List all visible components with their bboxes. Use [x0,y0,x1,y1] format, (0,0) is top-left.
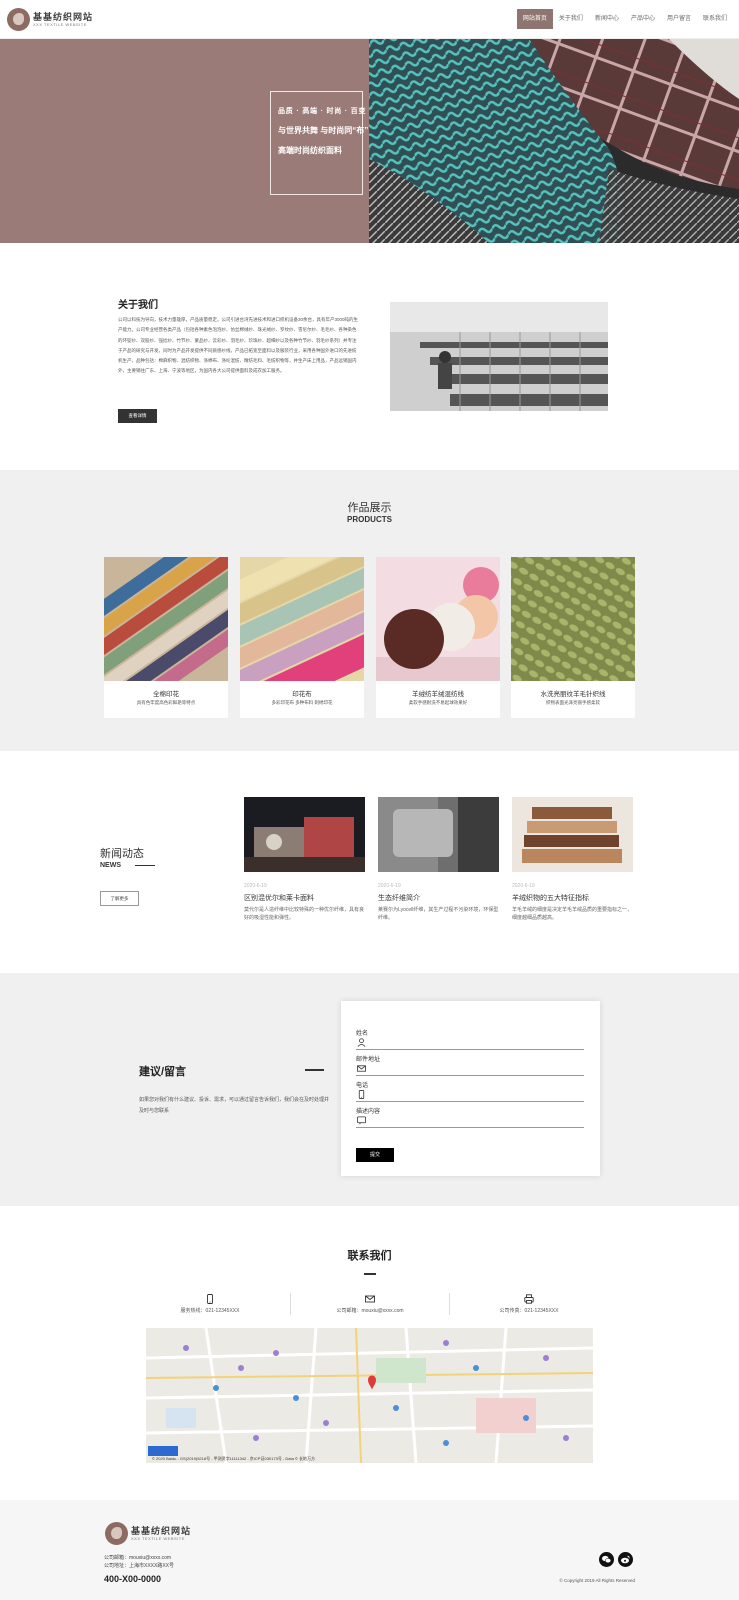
news-summary: 莱赛尔为Lyocell纤维，其生产过程不污染环境，环保型纤维。 [378,907,499,921]
hero-fabric-image [369,39,739,243]
mail-icon [365,1295,375,1303]
news-divider [135,865,155,866]
logo-icon [105,1522,128,1545]
baidu-map[interactable]: © 2020 Baidu - GS(2019)5218号 - 甲测资字11111… [146,1328,593,1463]
product-desc: 具有色牢度高色彩鲜艳等特点 [136,700,196,705]
news-summary: 羊毛羊绒的细度是决定羊毛羊绒品质的重要指标之一，细度越细品质越高。 [512,907,633,921]
message-icon [357,1116,366,1125]
product-card[interactable]: 印花布 多彩印花布 多种布料 刺绣印花 [240,557,364,718]
product-card[interactable]: 羊绒纺羊绒混纺线 柔软手感耐洗不易起球效果好 [376,557,500,718]
name-label: 姓名 [356,1031,369,1037]
footer-phone: 400-X00-0000 [104,1574,162,1584]
fax-icon [524,1294,534,1304]
phone-icon [358,1090,365,1099]
nav-feedback[interactable]: 用户留言 [661,9,697,29]
news-headline[interactable]: 生态纤维简介 [378,893,420,903]
product-name: 水洗亮丽纹羊毛针织线 [540,691,606,698]
products-section: 作品展示 PRODUCTS 全棉印花 具有色牢度高色彩鲜艳等特点 印花布 多彩印… [0,470,739,751]
product-name: 羊绒纺羊绒混纺线 [412,691,464,698]
contact-divider [364,1273,376,1275]
product-desc: 多彩印花布 多种布料 刺绣印花 [271,700,333,705]
hero-banner: 品质 · 高端 · 时尚 · 百变 与世界共舞 与时尚同“布” 高端时尚纺织面料 [0,39,739,243]
product-card[interactable]: 全棉印花 具有色牢度高色彩鲜艳等特点 [104,557,228,718]
footer-logo-subtitle: XXX TEXTILE WEBSITE [131,1536,185,1541]
mail-icon [357,1065,366,1072]
news-date: 2020-6-19 [378,883,401,889]
hero-subheadline: 高端时尚纺织面料 [278,146,342,155]
about-title: 关于我们 [118,300,158,311]
feedback-title: 建议/留言 [139,1066,187,1078]
product-image [376,557,500,681]
feedback-divider [305,1069,324,1071]
news-date: 2020-6-19 [244,883,267,889]
news-card[interactable]: 2020-6-19 生态纤维简介 莱赛尔为Lyocell纤维，其生产过程不污染环… [378,797,499,929]
news-more-button[interactable]: 了解更多 [100,891,139,906]
news-headline[interactable]: 羊绒织物的五大特征指标 [512,893,589,903]
news-subtitle: NEWS [100,862,121,869]
about-text: 公司以科技为导向，技术力量雄厚，产品质量稳定。公司引进台湾先进技术和进口织机设备… [118,317,359,374]
news-image [378,797,499,872]
main-nav: 网站首页 关于我们 新闻中心 产品中心 用户留言 联系我们 [516,9,733,29]
copyright: © Copyright 2019 All Rights Reserved [559,1578,635,1583]
site-footer: 基基纺织网站 XXX TEXTILE WEBSITE 公司邮箱：mouxiu@x… [0,1500,739,1600]
product-image [104,557,228,681]
contact-fax: 公司传真：021-12345XXX [450,1290,608,1316]
hero-headline: 与世界共舞 与时尚同“布” [278,126,369,135]
nav-news[interactable]: 新闻中心 [589,9,625,29]
footer-logo[interactable]: 基基纺织网站 XXX TEXTILE WEBSITE [105,1522,215,1545]
product-desc: 织物表面光泽亮丽手感柔软 [546,700,600,705]
footer-email: 公司邮箱：mouxiu@xxxx.com [104,1555,172,1561]
logo-icon [7,8,30,31]
user-icon [357,1038,366,1047]
message-label: 描述内容 [356,1109,381,1115]
fax-text: 公司传真：021-12345XXX [499,1308,559,1314]
hotline-text: 服务热线：021-12345XXX [180,1308,240,1314]
feedback-section: 建议/留言 如果您对我们有什么建议、投诉、需求，可以通过留言告诉我们，我们会在及… [0,973,739,1206]
contact-hotline: 服务热线：021-12345XXX [131,1290,289,1316]
product-image [511,557,635,681]
phone-field[interactable]: 电话 [356,1080,584,1102]
about-details-button[interactable]: 查看详情 [118,409,157,423]
news-image [512,797,633,872]
logo-subtitle: XXX TEXTILE WEBSITE [33,22,87,27]
nav-contact[interactable]: 联系我们 [697,9,733,29]
phone-icon [207,1294,213,1304]
product-name: 全棉印花 [153,691,179,698]
map-copyright: © 2020 Baidu - GS(2019)5218号 - 甲测资字11111… [152,1456,316,1461]
product-name: 印花布 [292,691,312,698]
feedback-description: 如果您对我们有什么建议、投诉、需求，可以通过留言告诉我们，我们会在及时处理并及时… [139,1097,330,1114]
nav-products[interactable]: 产品中心 [625,9,661,29]
product-image [240,557,364,681]
product-desc: 柔软手感耐洗不易起球效果好 [408,700,468,705]
name-field[interactable]: 姓名 [356,1028,584,1050]
news-date: 2020-6-19 [512,883,535,889]
phone-label: 电话 [356,1083,369,1089]
weibo-icon[interactable] [618,1552,633,1567]
email-label: 邮件地址 [356,1057,381,1063]
news-card[interactable]: 2020-6-19 区别混优尔和莱卡面料 莫代尔是人造纤维中比较特殊的一种优尔纤… [244,797,365,929]
news-title: 新闻动态 [100,848,144,860]
nav-home[interactable]: 网站首页 [516,9,553,29]
news-summary: 莫代尔是人造纤维中比较特殊的一种优尔纤维，具有良好的吸湿性能和弹性。 [244,907,365,921]
factory-image [390,302,608,411]
submit-button[interactable]: 提交 [356,1148,394,1162]
hero-tagline: 品质 · 高端 · 时尚 · 百变 [278,108,367,115]
products-title: 作品展示 [347,502,392,514]
nav-about[interactable]: 关于我们 [553,9,589,29]
contact-title: 联系我们 [347,1250,392,1262]
email-text[interactable]: 公司邮箱：mouxiu@xxxx.com [291,1307,449,1314]
footer-address: 公司地址：上海市XXXX路XX号 [104,1563,175,1569]
site-header: 基基纺织网站 XXX TEXTILE WEBSITE 网站首页 关于我们 新闻中… [0,0,739,39]
news-headline[interactable]: 区别混优尔和莱卡面料 [244,893,314,903]
feedback-form: 姓名 邮件地址 电话 描述内容 提交 [341,1001,600,1176]
contact-email: 公司邮箱：mouxiu@xxxx.com [291,1290,449,1316]
product-card[interactable]: 水洗亮丽纹羊毛针织线 织物表面光泽亮丽手感柔软 [511,557,635,718]
news-image [244,797,365,872]
news-card[interactable]: 2020-6-19 羊绒织物的五大特征指标 羊毛羊绒的细度是决定羊毛羊绒品质的重… [512,797,633,929]
message-field[interactable]: 描述内容 [356,1106,584,1128]
wechat-icon[interactable] [599,1552,614,1567]
site-logo[interactable]: 基基纺织网站 XXX TEXTILE WEBSITE [7,8,127,32]
products-subtitle: PRODUCTS [347,515,392,524]
email-field[interactable]: 邮件地址 [356,1054,584,1076]
